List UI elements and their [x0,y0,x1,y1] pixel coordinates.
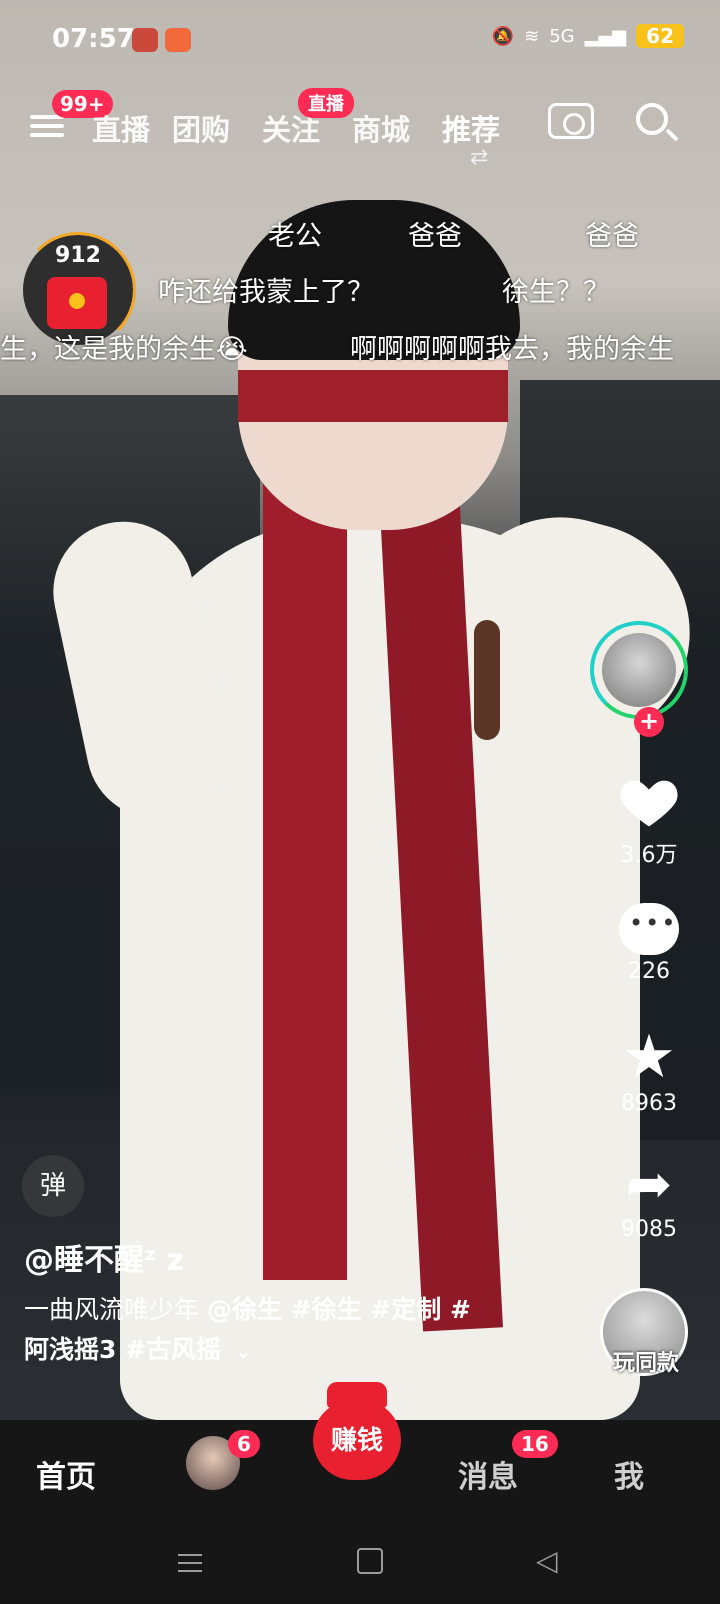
messages-badge: 16 [512,1430,558,1458]
swap-icon: ⇄ [470,145,489,170]
caption-line-1: 一曲风流唯少年 @徐生 #徐生 #定制 # [24,1290,471,1326]
tab-mall[interactable]: 商城 [352,107,410,149]
network-label: 5G [549,25,575,47]
camera-icon[interactable] [548,103,594,139]
danmaku-comment: 生，这是我的余生😭 [0,334,248,365]
danmaku-comment: 咋还给我蒙上了？ [158,277,374,308]
danmaku-comment: 爸爸 [585,221,639,252]
tab-group-buy[interactable]: 团购 [172,107,230,149]
red-packet-count: 912 [55,243,101,268]
caption-text: 一曲风流唯少年 [24,1295,207,1324]
top-nav: 99+ 直播 团购 关注 直播 商城 推荐 ⇄ [0,85,720,175]
follow-button[interactable]: + [634,707,664,737]
danmaku-comment: 啊啊啊啊啊我去，我的余生 [350,334,674,365]
danmaku-comment: 老公 [268,221,322,252]
nav-earn-button[interactable]: 赚钱 [313,1382,401,1482]
comment-action[interactable]: 226 [594,903,704,984]
red-ribbon-left [263,450,347,1280]
bottom-nav: 首页 6 赚钱 消息 16 我 [0,1382,720,1520]
signal-icon: ▂▄▆ [584,25,627,47]
friends-badge: 6 [228,1430,260,1458]
danmaku-comment: 爸爸 [408,221,462,252]
like-action[interactable]: 3.6万 [594,773,704,869]
heart-icon [620,780,678,827]
earn-label: 赚钱 [330,1426,383,1456]
favorite-action[interactable]: ★ 8963 [594,1027,704,1116]
tab-recommend[interactable]: 推荐 [442,107,500,149]
share-icon: ➦ [625,1152,673,1217]
favorite-count: 8963 [621,1091,677,1116]
notification-app-icon [132,28,158,52]
status-icons: 🔕 ≋ 5G ▂▄▆ 62 [492,24,684,48]
red-envelope-icon [47,277,107,329]
share-count: 9085 [621,1217,677,1242]
wifi-icon: ≋ [524,25,540,47]
screen: 07:57 🔕 ≋ 5G ▂▄▆ 62 99+ 直播 团购 关注 直播 商城 推… [0,0,720,1604]
caption-tags[interactable]: @徐生 #徐生 #定制 # [207,1295,471,1324]
notification-app-icon-2 [165,28,191,52]
danmaku-comment: 徐生？？ [502,277,610,308]
home-icon[interactable] [357,1548,383,1574]
nav-me[interactable]: 我 [614,1452,644,1496]
nav-home[interactable]: 首页 [36,1452,96,1496]
bead-bracelet [474,620,500,740]
system-nav-bar: ◁ [0,1520,720,1604]
comment-icon [619,903,679,955]
battery-indicator: 62 [636,24,684,48]
search-icon[interactable] [636,103,668,135]
status-bar: 07:57 🔕 ≋ 5G ▂▄▆ 62 [0,0,720,80]
danmaku-toggle[interactable]: 弹 [22,1155,84,1217]
back-icon[interactable]: ◁ [536,1544,558,1577]
red-blindfold [238,370,508,422]
star-icon: ★ [622,1022,676,1092]
following-live-badge: 直播 [298,88,354,118]
tab-live[interactable]: 直播 [92,107,150,149]
play-same-button[interactable]: 玩同款 [600,1345,692,1377]
like-count: 3.6万 [620,843,678,868]
expand-chevron-icon[interactable]: ⌄ [235,1339,252,1363]
share-action[interactable]: ➦ 9085 [594,1152,704,1243]
recent-apps-icon[interactable] [178,1548,202,1578]
comment-count: 226 [628,959,670,984]
caption-tags-2[interactable]: 阿浅摇3 #古风摇 [24,1335,221,1364]
clock: 07:57 [52,24,135,54]
author-name[interactable]: @睡不醒ᶻ z [24,1235,184,1279]
nav-messages[interactable]: 消息 [458,1452,518,1496]
mute-icon: 🔕 [491,25,515,47]
caption-line-2: 阿浅摇3 #古风摇 ⌄ [24,1330,252,1366]
author-avatar[interactable] [602,633,676,707]
